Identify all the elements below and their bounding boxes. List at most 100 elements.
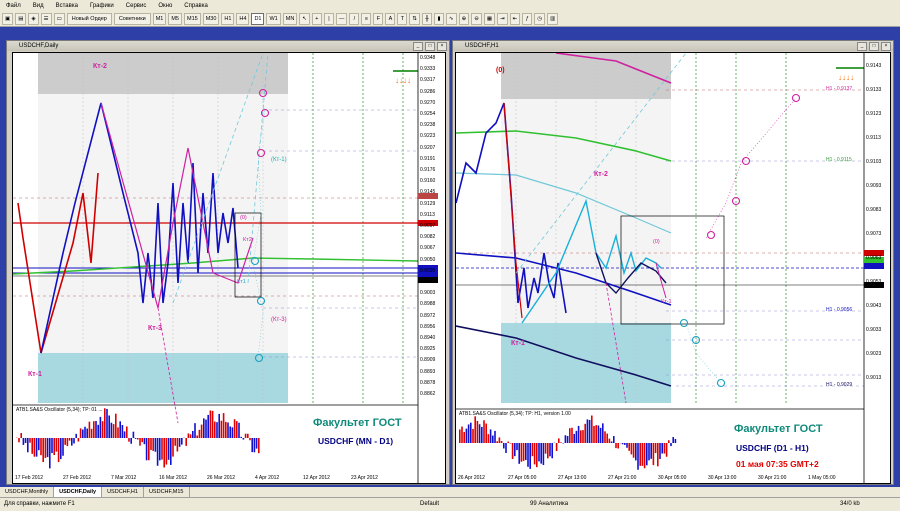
oscillator-bar — [490, 429, 492, 443]
tab-daily[interactable]: USDCHF,Daily — [54, 487, 102, 497]
tf-m15[interactable]: M15 — [184, 13, 201, 25]
price-chart-h1[interactable]: ↓↓↓↓ 0.91430.91330.91230.91130.91030.909… — [455, 52, 891, 484]
close-icon[interactable]: × — [881, 42, 891, 51]
oscillator-bar — [93, 421, 95, 438]
channel-icon[interactable]: ≡ — [361, 13, 371, 25]
oscillator-bar — [214, 421, 216, 438]
shift-icon[interactable]: ⇤ — [510, 13, 521, 25]
tf-w1[interactable]: W1 — [266, 13, 280, 25]
bar-chart-icon[interactable]: ╫ — [422, 13, 432, 25]
navigator-icon[interactable]: ☰ — [41, 13, 52, 25]
oscillator-bar — [459, 429, 461, 443]
oscillator-bar — [27, 438, 29, 452]
new-chart-icon[interactable]: ▣ — [2, 13, 13, 25]
cursor-icon[interactable]: ↖ — [299, 13, 310, 25]
oscillator-bar — [243, 438, 245, 440]
horizontal-line-icon[interactable]: — — [336, 13, 348, 25]
oscillator-bar — [624, 443, 626, 445]
crosshair-icon[interactable]: + — [312, 13, 322, 25]
templates-icon[interactable]: ▥ — [547, 13, 558, 25]
tile-icon[interactable]: ▦ — [484, 13, 495, 25]
oscillator-bar — [576, 431, 578, 443]
menu-tools[interactable]: Сервис — [120, 3, 153, 9]
oscillator-bar — [631, 443, 633, 454]
oscillator-bar — [470, 423, 472, 443]
tf-m5[interactable]: M5 — [168, 13, 182, 25]
new-order-button[interactable]: Новый Ордер — [67, 13, 112, 25]
oscillator-bar — [549, 443, 551, 456]
oscillator-bar — [466, 429, 468, 443]
tab-m15[interactable]: USDCHF,M15 — [144, 487, 190, 497]
x-tick: 27 Apr 05:00 — [508, 475, 536, 481]
oscillator-bar — [249, 438, 251, 440]
menu-charts[interactable]: Графики — [84, 3, 120, 9]
oscillator-bar — [69, 438, 71, 441]
tf-d1[interactable]: D1 — [251, 13, 264, 25]
oscillator-bar — [483, 420, 485, 443]
tf-h1[interactable]: H1 — [221, 13, 234, 25]
oscillator-bar — [494, 431, 496, 443]
minimize-icon[interactable]: _ — [413, 42, 423, 51]
y-tick: 0.9160 — [420, 178, 435, 184]
y-tick: 0.9145 — [420, 189, 435, 195]
vertical-line-icon[interactable]: | — [324, 13, 334, 25]
oscillator-title-left: ATB1.SA&S Oscillator (5,34); TP: 01 ... — [16, 407, 103, 413]
terminal-icon[interactable]: ▭ — [54, 13, 65, 25]
profiles-icon[interactable]: ▤ — [15, 13, 26, 25]
tf-m1[interactable]: M1 — [153, 13, 167, 25]
expert-advisors-button[interactable]: Советники — [114, 13, 151, 25]
menu-help[interactable]: Справка — [178, 3, 214, 9]
fibo-icon[interactable]: F — [373, 13, 383, 25]
oscillator-bar — [163, 438, 165, 468]
market-watch-icon[interactable]: ◈ — [28, 13, 38, 25]
menu-view[interactable]: Вид — [27, 3, 50, 9]
label-icon[interactable]: T — [397, 13, 407, 25]
minimize-icon[interactable]: _ — [857, 42, 867, 51]
y-tick: 0.9033 — [866, 327, 881, 333]
menu-window[interactable]: Окно — [152, 3, 178, 9]
x-tick: 7 Mar 2012 — [111, 475, 136, 481]
indicators-icon[interactable]: ƒ — [522, 13, 532, 25]
oscillator-bar — [628, 443, 630, 451]
text-icon[interactable]: A — [385, 13, 395, 25]
oscillator-bar — [168, 438, 170, 460]
maximize-icon[interactable]: □ — [425, 42, 435, 51]
y-tick: 0.9097 — [420, 223, 435, 229]
oscillator-bar — [664, 443, 666, 454]
oscillator-bar — [108, 416, 110, 438]
oscillator-bar — [507, 442, 509, 443]
status-traffic: 34/0 kb — [840, 501, 860, 507]
x-tick: 26 Apr 2012 — [458, 475, 485, 481]
tf-m30[interactable]: M30 — [203, 13, 220, 25]
candle-chart-icon[interactable]: ▮ — [434, 13, 444, 25]
oscillator-bar — [139, 438, 141, 446]
periods-icon[interactable]: ◷ — [534, 13, 545, 25]
oscillator-bar — [646, 443, 648, 465]
tf-mn[interactable]: MN — [283, 13, 298, 25]
oscillator-bar — [199, 430, 201, 438]
oscillator-bar — [84, 427, 86, 438]
x-tick: 4 Apr 2012 — [255, 475, 279, 481]
oscillator-bar — [525, 443, 527, 460]
trendline-icon[interactable]: / — [349, 13, 359, 25]
oscillator-bar — [653, 443, 655, 465]
oscillator-bar — [472, 429, 474, 443]
menu-file[interactable]: Файл — [0, 3, 27, 9]
oscillator-bar — [670, 443, 672, 446]
oscillator-bar — [144, 438, 146, 444]
maximize-icon[interactable]: □ — [869, 42, 879, 51]
close-icon[interactable]: × — [437, 42, 447, 51]
line-chart-icon[interactable]: ∿ — [446, 13, 457, 25]
oscillator-bar — [642, 443, 644, 466]
price-chart-daily[interactable]: ↓↓↓↓ 0.93480.93330.93170.92860.92700.925… — [12, 52, 446, 484]
zoom-in-icon[interactable]: ⊕ — [459, 13, 470, 25]
tab-h1[interactable]: USDCHF,H1 — [102, 487, 144, 497]
arrows-icon[interactable]: ⇅ — [409, 13, 420, 25]
tf-h4[interactable]: H4 — [236, 13, 249, 25]
oscillator-bar — [251, 438, 253, 452]
zoom-out-icon[interactable]: ⊖ — [471, 13, 482, 25]
autoscroll-icon[interactable]: ⇥ — [497, 13, 508, 25]
menu-insert[interactable]: Вставка — [50, 3, 84, 9]
oscillator-bar — [589, 420, 591, 443]
tab-monthly[interactable]: USDCHF,Monthly — [0, 487, 54, 497]
